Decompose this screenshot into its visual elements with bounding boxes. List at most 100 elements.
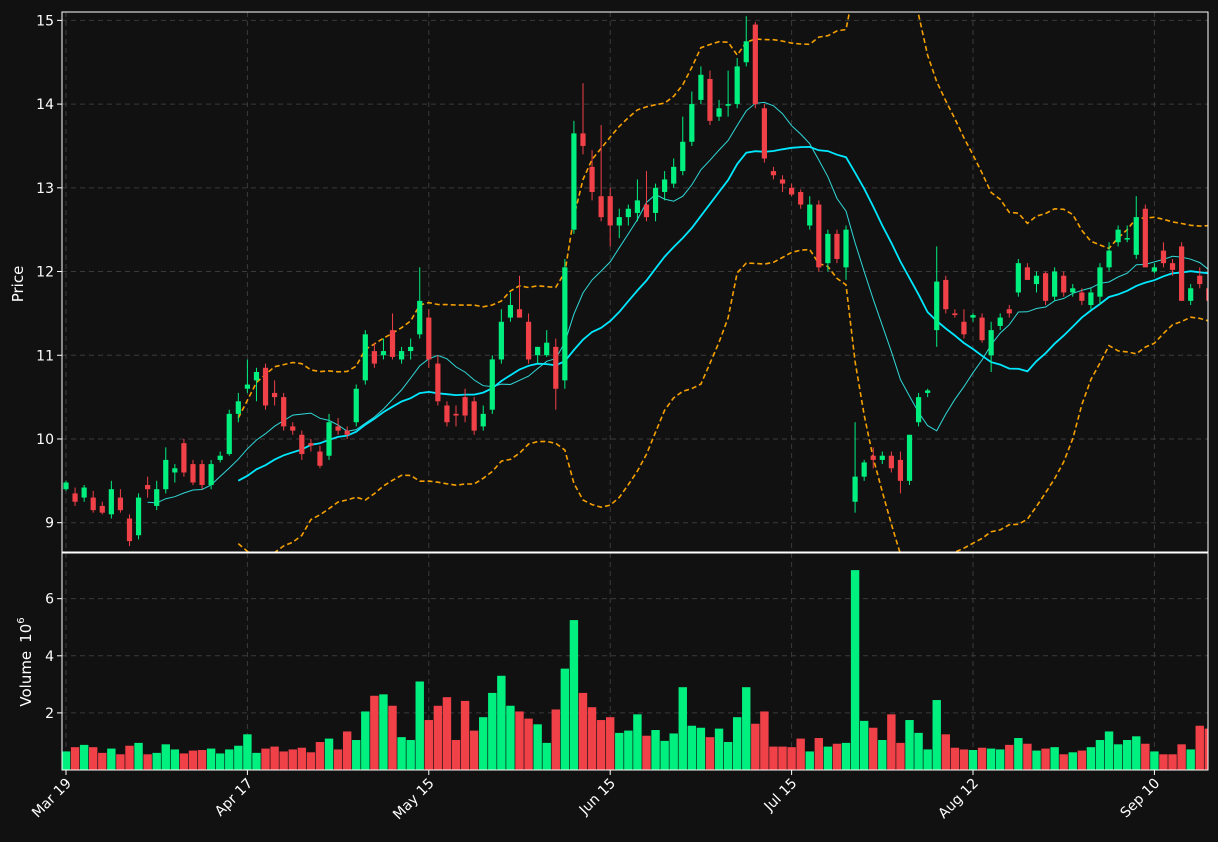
volume-bar — [424, 720, 433, 770]
volume-bar — [841, 742, 851, 770]
candle-body — [1197, 275, 1203, 285]
candle-body — [915, 397, 922, 423]
volume-bar — [687, 725, 697, 770]
volume-bar — [370, 695, 379, 770]
candle-body — [1088, 292, 1094, 306]
volume-bar — [560, 668, 570, 770]
candle-body — [145, 485, 151, 490]
candle-body — [1124, 238, 1130, 240]
volume-bar — [488, 692, 497, 770]
volume-bar — [714, 728, 724, 770]
volume-bar — [1177, 744, 1186, 770]
volume-bar — [551, 709, 560, 770]
candle-body — [544, 342, 550, 356]
volume-bar — [896, 742, 905, 770]
volume-bar — [1059, 754, 1068, 770]
price-tick-label: 14 — [36, 97, 54, 113]
candle-body — [181, 443, 187, 473]
candle-body — [1033, 275, 1040, 285]
candle-body — [952, 313, 958, 316]
volume-bar — [62, 751, 71, 770]
volume-bar — [197, 750, 207, 770]
volume-bar — [225, 749, 234, 770]
candle-body — [462, 397, 468, 416]
volume-bar — [606, 717, 615, 770]
volume-bar — [905, 720, 914, 770]
volume-bar — [1077, 750, 1087, 770]
volume-bar — [397, 737, 406, 770]
candle-body — [290, 426, 296, 431]
candle-body — [652, 187, 659, 213]
candle-body — [689, 104, 695, 142]
volume-bar — [814, 738, 824, 770]
volume-bar — [787, 747, 796, 770]
candle-body — [725, 104, 731, 106]
volume-bar — [279, 751, 288, 770]
price-tick-label: 15 — [36, 13, 54, 29]
volume-bar — [442, 697, 452, 770]
volume-bar — [206, 748, 216, 770]
candle-body — [571, 133, 577, 230]
candle-body — [716, 108, 722, 117]
volume-bar — [1095, 740, 1105, 770]
volume-bar — [923, 749, 932, 770]
price-axis-label: Price — [9, 266, 27, 303]
volume-bar — [379, 694, 388, 770]
candle-body — [798, 192, 804, 205]
volume-bar — [887, 714, 896, 770]
volume-bar — [859, 720, 869, 770]
volume-bar — [306, 752, 316, 770]
candle-body — [199, 464, 205, 486]
volume-bar — [342, 731, 352, 770]
candle-body — [90, 497, 96, 511]
candle-body — [961, 321, 967, 335]
volume-axis-label-multiplier: 10 — [17, 624, 35, 643]
volume-bar — [633, 714, 642, 770]
volume-bar — [297, 747, 307, 770]
candle-body — [63, 482, 69, 490]
candle-body — [117, 497, 124, 511]
candle-body — [1115, 229, 1121, 243]
candle-body — [861, 462, 867, 477]
candle-body — [498, 321, 504, 360]
candle-body — [108, 489, 114, 515]
volume-bar — [705, 737, 715, 770]
candle-body — [516, 309, 523, 318]
candle-body — [344, 430, 350, 435]
price-tick-label: 11 — [36, 348, 54, 364]
volume-bar — [624, 730, 633, 770]
volume-axis-label-text: Volume — [17, 651, 35, 707]
volume-bar — [1014, 738, 1023, 770]
candle-body — [426, 317, 432, 360]
candle-body — [580, 133, 586, 146]
volume-bar — [116, 754, 125, 770]
candle-body — [371, 351, 377, 364]
candle-body — [834, 233, 840, 259]
volume-bar — [479, 717, 488, 770]
candle-body — [272, 392, 278, 398]
volume-bar — [524, 718, 533, 770]
volume-tick-label: 4 — [45, 649, 54, 665]
volume-bar — [1023, 743, 1032, 770]
candle-body — [625, 208, 631, 218]
volume-bar — [651, 730, 660, 770]
candle-body — [1061, 275, 1067, 293]
candle-body — [1097, 267, 1103, 297]
volume-bar — [1150, 751, 1159, 770]
candle-body — [253, 372, 260, 381]
candle-body — [471, 401, 477, 431]
candle-body — [172, 468, 178, 473]
volume-axis-label-exponent: 6 — [16, 617, 27, 623]
volume-bar — [451, 740, 461, 770]
volume-bar — [143, 754, 152, 770]
candle-body — [435, 363, 441, 402]
volume-bar — [742, 687, 751, 770]
volume-bar — [669, 733, 678, 770]
volume-bar — [315, 742, 325, 770]
volume-bar — [932, 700, 941, 770]
volume-axis-label: Volume 106 — [16, 617, 35, 706]
volume-bar — [1032, 750, 1041, 770]
candle-body — [943, 279, 949, 310]
candle-body — [643, 204, 650, 218]
volume-bar — [333, 749, 343, 770]
